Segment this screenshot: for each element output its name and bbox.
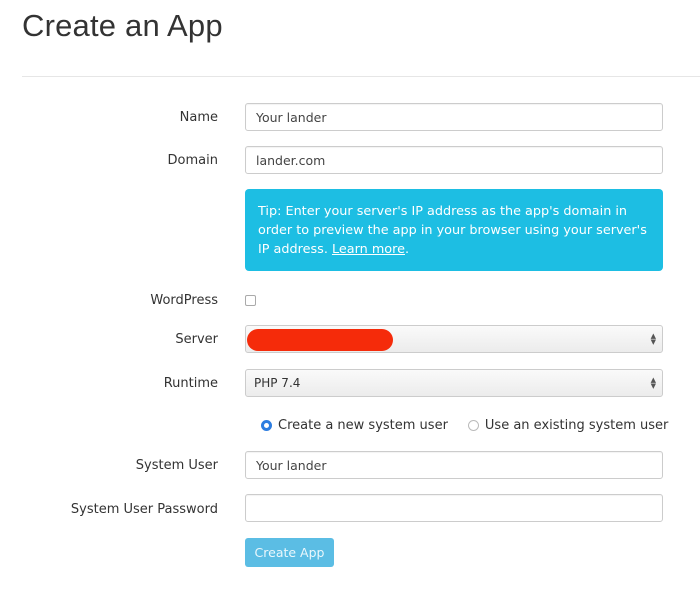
learn-more-link[interactable]: Learn more [332, 242, 405, 257]
runtime-value: PHP 7.4 [254, 376, 301, 390]
wordpress-label: WordPress [150, 293, 218, 308]
system-user-label: System User [135, 458, 218, 473]
radio-unselected-icon[interactable] [467, 420, 479, 431]
name-input[interactable]: Your lander [245, 103, 663, 131]
system-user-input[interactable]: Your lander [245, 451, 663, 479]
domain-input[interactable]: lander.com [245, 146, 663, 174]
select-arrows-icon: ▲ ▼ [650, 332, 656, 346]
tip-text: Tip: Enter your server's IP address as t… [258, 204, 647, 257]
system-user-mode-group: Create a new system user Use an existing… [261, 418, 688, 433]
redaction-mark [247, 329, 393, 351]
radio-create-new-user[interactable]: Create a new system user [261, 418, 448, 433]
domain-tip-alert: Tip: Enter your server's IP address as t… [245, 189, 663, 271]
system-user-password-input[interactable] [245, 494, 663, 522]
server-select[interactable]: ▲ ▼ [245, 325, 663, 353]
radio-selected-icon[interactable] [261, 420, 272, 431]
select-arrows-icon: ▲ ▼ [650, 376, 656, 390]
create-app-button[interactable]: Create App [245, 538, 334, 567]
wordpress-checkbox[interactable] [245, 295, 256, 306]
header-divider [22, 76, 700, 77]
name-label: Name [179, 110, 218, 125]
page-title: Create an App [22, 8, 223, 43]
server-label: Server [175, 332, 218, 347]
system-user-password-label: System User Password [70, 502, 218, 517]
radio-use-existing-user[interactable]: Use an existing system user [467, 418, 669, 433]
tip-suffix: . [404, 242, 410, 257]
radio-label: Use an existing system user [484, 418, 669, 433]
runtime-label: Runtime [163, 376, 218, 391]
runtime-select[interactable]: PHP 7.4 ▲ ▼ [245, 369, 663, 397]
radio-label: Create a new system user [278, 418, 448, 433]
domain-label: Domain [167, 153, 218, 168]
